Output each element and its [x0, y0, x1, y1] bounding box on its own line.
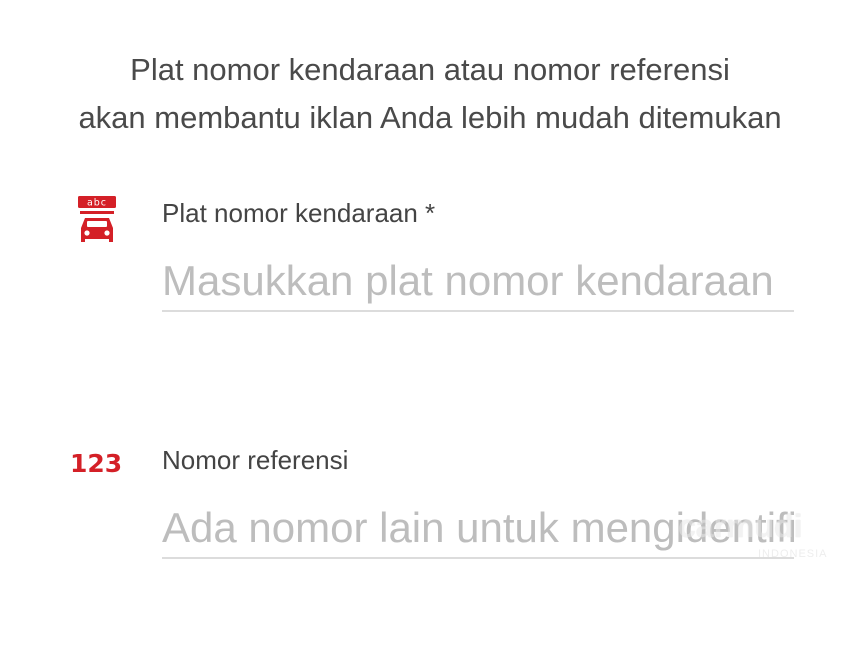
plate-number-input[interactable]	[162, 252, 794, 312]
intro-text: Plat nomor kendaraan atau nomor referens…	[0, 46, 860, 142]
reference-number-label: Nomor referensi	[162, 445, 349, 475]
number-123-icon: 123	[70, 449, 123, 478]
plate-icon-text: abc	[87, 198, 107, 209]
page: Plat nomor kendaraan atau nomor referens…	[0, 0, 860, 645]
license-plate-car-icon: abc	[76, 190, 118, 250]
reference-number-input[interactable]	[162, 499, 794, 559]
plate-number-label: Plat nomor kendaraan *	[162, 198, 436, 228]
intro-line-1: Plat nomor kendaraan atau nomor referens…	[130, 52, 730, 87]
intro-line-2: akan membantu iklan Anda lebih mudah dit…	[78, 100, 782, 135]
